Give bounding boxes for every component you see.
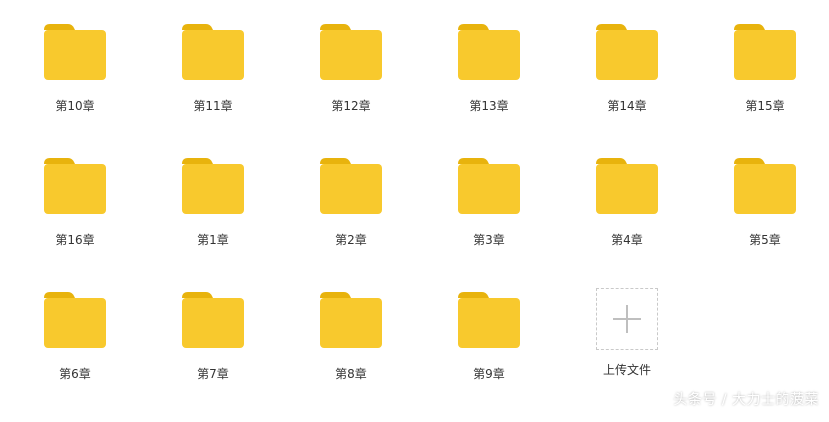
folder-icon (458, 24, 520, 80)
folder-icon (182, 24, 244, 80)
folder-item[interactable]: 第5章 (696, 154, 829, 288)
folder-label: 第13章 (469, 99, 509, 113)
folder-label: 第4章 (611, 233, 643, 247)
folder-icon (734, 158, 796, 214)
folder-item[interactable]: 第7章 (144, 288, 282, 422)
folder-icon (458, 158, 520, 214)
folder-icon (320, 292, 382, 348)
folder-label: 第3章 (473, 233, 505, 247)
folder-item[interactable]: 第10章 (6, 20, 144, 154)
folder-label: 第10章 (55, 99, 95, 113)
upload-drop-box[interactable] (596, 288, 658, 350)
folder-label: 第2章 (335, 233, 367, 247)
folder-item[interactable]: 第2章 (282, 154, 420, 288)
folder-label: 第12章 (331, 99, 371, 113)
folder-icon (734, 24, 796, 80)
folder-label: 第16章 (55, 233, 95, 247)
folder-item[interactable]: 第14章 (558, 20, 696, 154)
folder-label: 第7章 (197, 367, 229, 381)
folder-icon (596, 158, 658, 214)
folder-item[interactable]: 第9章 (420, 288, 558, 422)
folder-item[interactable]: 第4章 (558, 154, 696, 288)
folder-icon (182, 292, 244, 348)
folder-item[interactable]: 第3章 (420, 154, 558, 288)
folder-item[interactable]: 第13章 (420, 20, 558, 154)
folder-icon (44, 24, 106, 80)
folder-icon (320, 158, 382, 214)
folder-item[interactable]: 第1章 (144, 154, 282, 288)
folder-item[interactable]: 第12章 (282, 20, 420, 154)
upload-label: 上传文件 (602, 363, 651, 377)
file-grid: 第10章 第11章 第12章 第13章 第14章 第15章 第16章 第1章 第… (6, 20, 829, 422)
folder-label: 第6章 (59, 367, 91, 381)
folder-icon (182, 158, 244, 214)
folder-label: 第11章 (193, 99, 233, 113)
folder-icon (596, 24, 658, 80)
folder-label: 第14章 (607, 99, 647, 113)
folder-item[interactable]: 第15章 (696, 20, 829, 154)
folder-icon (458, 292, 520, 348)
plus-icon (613, 305, 641, 333)
folder-item[interactable]: 第8章 (282, 288, 420, 422)
folder-icon (44, 292, 106, 348)
watermark-text: 头条号 / 大力士的菠菜 (673, 392, 819, 408)
folder-item[interactable]: 第11章 (144, 20, 282, 154)
folder-item[interactable]: 第6章 (6, 288, 144, 422)
folder-label: 第1章 (197, 233, 229, 247)
folder-icon (320, 24, 382, 80)
folder-label: 第5章 (749, 233, 781, 247)
folder-label: 第9章 (473, 367, 505, 381)
folder-icon (44, 158, 106, 214)
folder-item[interactable]: 第16章 (6, 154, 144, 288)
folder-label: 第15章 (745, 99, 785, 113)
folder-label: 第8章 (335, 367, 367, 381)
